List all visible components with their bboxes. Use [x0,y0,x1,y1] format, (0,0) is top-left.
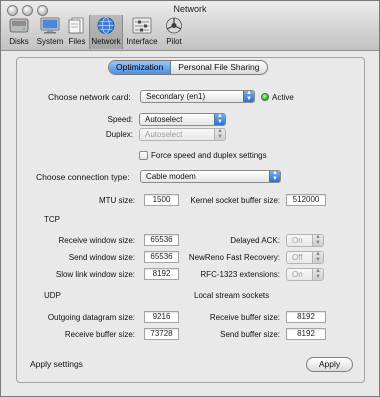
connection-type-value: Cable modem [146,172,196,181]
toolbar-item-pilot[interactable]: Pilot [157,15,191,49]
chevron-up-down-icon: ▲ ▼ [214,129,225,140]
rfc1323-value: On [292,270,303,279]
connection-type-label: Choose connection type: [36,172,130,182]
delayed-ack-popup[interactable]: On ▲ ▼ [286,234,324,247]
rfc1323-popup[interactable]: On ▲ ▼ [286,268,324,281]
kernel-buffer-field[interactable]: 512000 [286,194,326,206]
apply-settings-label: Apply settings [30,359,83,369]
mtu-label: MTU size: [99,196,135,205]
local-receive-buffer-field[interactable]: 8192 [286,311,326,323]
pilot-icon [166,17,182,34]
tcp-send-window-label: Send window size: [68,253,135,262]
tab-personal-file-sharing[interactable]: Personal File Sharing [171,61,266,74]
duplex-value: Autoselect [145,130,183,139]
delayed-ack-value: On [292,236,303,245]
local-send-buffer-field[interactable]: 8192 [286,328,326,340]
chevron-up-down-icon: ▲ ▼ [312,269,323,280]
delayed-ack-label: Delayed ACK: [230,236,280,245]
local-send-buffer-label: Send buffer size: [220,330,280,339]
mtu-field[interactable]: 1500 [144,194,179,206]
speed-value: Autoselect [145,115,183,124]
network-card-label: Choose network card: [48,92,131,102]
udp-heading: UDP [44,291,61,300]
toolbar-item-interface[interactable]: Interface [125,15,159,49]
toolbar-item-disks[interactable]: Disks [2,15,36,49]
udp-receive-buffer-label: Receive buffer size: [64,330,135,339]
network-card-popup[interactable]: Secondary (en1) ▲ ▼ [140,90,255,103]
toolbar-label-interface: Interface [126,37,158,46]
network-globe-icon [97,17,115,34]
tcp-receive-window-label: Receive window size: [58,236,135,245]
chevron-up-down-icon: ▲ ▼ [269,171,280,182]
local-receive-buffer-label: Receive buffer size: [209,313,280,322]
toolbar-item-network[interactable]: Network [89,15,123,49]
udp-outgoing-datagram-field[interactable]: 9216 [144,311,179,323]
toolbar-label-disks: Disks [9,37,29,46]
newreno-value: Off [292,253,303,262]
title-bar: Network Disks System Files Network Inter… [1,1,379,51]
toolbar-label-pilot: Pilot [166,37,182,46]
kernel-buffer-label: Kernel socket buffer size: [190,196,280,205]
status-indicator-icon [261,93,269,101]
tcp-send-window-field[interactable]: 65536 [144,251,179,263]
tcp-slow-link-field[interactable]: 8192 [144,268,179,280]
network-status-text: Active [272,93,294,102]
speed-label: Speed: [107,115,133,124]
duplex-label: Duplex: [105,130,133,139]
newreno-popup[interactable]: Off ▲ ▼ [286,251,324,264]
toolbar-label-network: Network [91,37,121,46]
system-monitor-icon [40,17,60,34]
apply-button[interactable]: Apply [306,357,353,372]
files-icon [68,17,84,34]
local-stream-heading: Local stream sockets [194,291,270,300]
chevron-up-down-icon: ▲ ▼ [312,235,323,246]
network-window: Network Disks System Files Network Inter… [0,0,380,397]
chevron-up-down-icon: ▲ ▼ [312,252,323,263]
interface-sliders-icon [132,17,152,34]
chevron-up-down-icon: ▲ ▼ [214,114,225,125]
disks-icon [9,18,29,33]
udp-receive-buffer-field[interactable]: 73728 [144,328,179,340]
tcp-receive-window-field[interactable]: 65536 [144,234,179,246]
network-card-value: Secondary (en1) [146,92,206,101]
tcp-slow-link-label: Slow link window size: [55,270,135,279]
force-speed-duplex-checkbox[interactable] [139,151,148,160]
tab-bar: Optimization Personal File Sharing [108,60,268,75]
window-title: Network [173,4,207,14]
tab-optimization[interactable]: Optimization [109,61,172,74]
rfc1323-label: RFC-1323 extensions: [200,270,280,279]
connection-type-popup[interactable]: Cable modem ▲ ▼ [140,170,281,183]
udp-outgoing-datagram-label: Outgoing datagram size: [47,313,135,322]
tcp-heading: TCP [44,215,60,224]
newreno-label: NewReno Fast Recovery: [188,253,280,262]
chevron-up-down-icon: ▲ ▼ [243,91,254,102]
duplex-popup[interactable]: Autoselect ▲ ▼ [139,128,226,141]
force-speed-duplex-label: Force speed and duplex settings [151,151,267,160]
speed-popup[interactable]: Autoselect ▲ ▼ [139,113,226,126]
